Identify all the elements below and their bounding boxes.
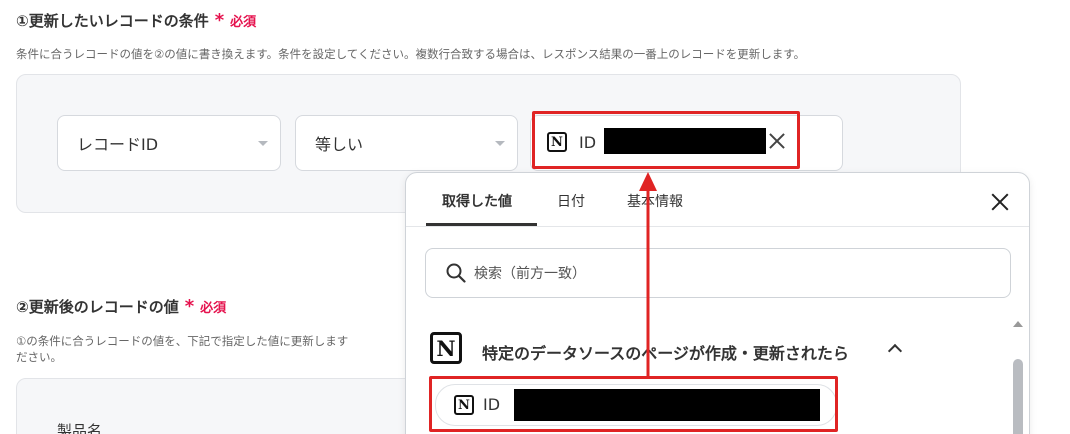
chevron-down-icon	[495, 141, 505, 146]
group-title[interactable]: 特定のデータソースのページが作成・更新されたら	[482, 340, 849, 364]
section2-title-text: ②更新後のレコードの値	[16, 298, 179, 316]
field-select[interactable]: レコードID	[57, 115, 281, 171]
required-mark: *	[184, 296, 195, 317]
required-label: 必須	[230, 15, 257, 30]
tab-divider	[406, 226, 1029, 227]
highlight-box-list-item	[429, 376, 838, 432]
search-placeholder: 検索（前方一致）	[474, 266, 586, 282]
section2-title: ②更新後のレコードの値 * 必須	[16, 296, 226, 317]
operator-select[interactable]: 等しい	[295, 115, 518, 171]
tab-acquired-values[interactable]: 取得した値	[442, 191, 512, 211]
field-select-value: レコードID	[77, 135, 159, 154]
required-label: 必須	[200, 301, 227, 316]
section2-description-line1: ①の条件に合うレコードの値を、下記で指定した値に更新します	[16, 334, 349, 348]
tab-basic-info[interactable]: 基本情報	[627, 191, 683, 211]
close-icon[interactable]	[989, 191, 1011, 213]
operator-select-value: 等しい	[315, 135, 364, 154]
field-label-product-name: 製品名	[57, 422, 103, 434]
chevron-down-icon	[258, 141, 268, 146]
tab-date[interactable]: 日付	[557, 191, 585, 211]
notion-icon: N	[430, 332, 462, 364]
section1-title-text: ①更新したいレコードの条件	[16, 12, 209, 30]
section1-title: ①更新したいレコードの条件 * 必須	[16, 10, 256, 31]
highlight-box-condition	[532, 111, 800, 169]
section1-description: 条件に合うレコードの値を②の値に書き換えます。条件を設定してください。複数行合致…	[16, 47, 806, 61]
required-mark: *	[214, 10, 225, 31]
section2-description-line2: ださい。	[16, 350, 62, 364]
search-input[interactable]: 検索（前方一致）	[425, 248, 1011, 298]
search-icon	[446, 263, 466, 283]
chevron-up-icon[interactable]	[887, 343, 903, 359]
scrollbar-thumb[interactable]	[1013, 359, 1023, 434]
scroll-up-arrow[interactable]	[1013, 321, 1023, 327]
